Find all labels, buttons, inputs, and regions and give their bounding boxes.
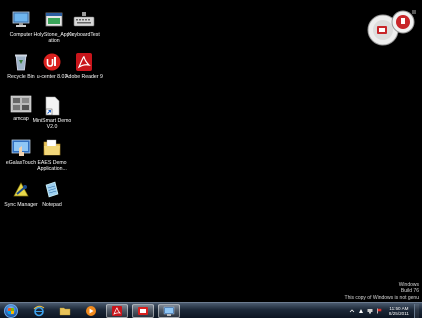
taskbar-adobe-reader[interactable] — [106, 304, 128, 318]
keyboard-icon — [73, 10, 95, 30]
action-center-icon[interactable] — [358, 308, 364, 314]
desktop-icon-label: KeyboardTest — [68, 32, 100, 38]
desktop-icon-label: MiniSmart Demo V2.0 — [32, 118, 72, 130]
adobe-reader-icon — [112, 306, 122, 316]
network-app-icon — [163, 306, 175, 316]
recycle-bin-icon — [10, 52, 32, 72]
windows-explorer-icon — [59, 307, 71, 316]
system-tray: 11:50 AM 8/25/2011 — [349, 303, 422, 318]
media-player-icon — [86, 306, 96, 316]
amcap-icon — [10, 94, 32, 114]
application-icon — [43, 10, 65, 30]
desktop-icon-notepad[interactable]: Notepad — [31, 180, 73, 208]
start-button[interactable] — [4, 304, 18, 318]
u-center-icon — [41, 52, 63, 72]
taskbar-clock[interactable]: 11:50 AM 8/25/2011 — [389, 306, 409, 316]
watermark-line: This copy of Windows is not genu — [344, 294, 419, 301]
notepad-icon — [41, 180, 63, 200]
folder-icon — [41, 138, 63, 158]
taskbar-network-app[interactable] — [158, 304, 180, 318]
desktop-icon-label: Computer — [9, 32, 33, 38]
desktop-icon-label: Notepad — [42, 202, 62, 208]
desktop[interactable]: Computer HolyStone_Application KeyboardT… — [0, 0, 422, 318]
show-desktop-button[interactable] — [414, 303, 419, 318]
flag-icon[interactable] — [376, 308, 382, 314]
windows-genuine-watermark: Windows Build 76 This copy of Windows is… — [345, 282, 419, 302]
desktop-icon-label: Adobe Reader 9 — [65, 74, 103, 80]
computer-icon — [10, 10, 32, 30]
sync-manager-icon — [10, 180, 32, 200]
desktop-icon-eaes-demo[interactable]: EAES Demo Application... — [31, 138, 73, 172]
clock-time: 11:50 AM — [389, 305, 409, 311]
clock-date: 8/25/2011 — [388, 310, 409, 316]
desktop-icon-label: EAES Demo Application... — [37, 160, 67, 172]
taskbar-windows-explorer[interactable] — [54, 304, 76, 318]
desktop-icon-minismart[interactable]: MiniSmart Demo V2.0 — [31, 96, 73, 130]
network-icon[interactable] — [367, 308, 373, 314]
taskbar-media-player[interactable] — [80, 304, 102, 318]
taskbar: 11:50 AM 8/25/2011 — [0, 302, 422, 318]
desktop-icon-label: amcap — [13, 116, 29, 122]
desktop-icon-adobe-reader[interactable]: Adobe Reader 9 — [63, 52, 105, 80]
internet-explorer-icon — [33, 305, 45, 317]
app-icon — [138, 307, 148, 315]
adobe-reader-icon — [73, 52, 95, 72]
desktop-icon-keyboardtest[interactable]: KeyboardTest — [63, 10, 105, 38]
show-hidden-icons-icon[interactable] — [349, 308, 355, 314]
taskbar-app[interactable] — [132, 304, 154, 318]
taskbar-internet-explorer[interactable] — [28, 304, 50, 318]
desktop-gadget[interactable] — [366, 8, 418, 48]
shortcut-icon — [41, 96, 63, 116]
egalax-touch-icon — [10, 138, 32, 158]
